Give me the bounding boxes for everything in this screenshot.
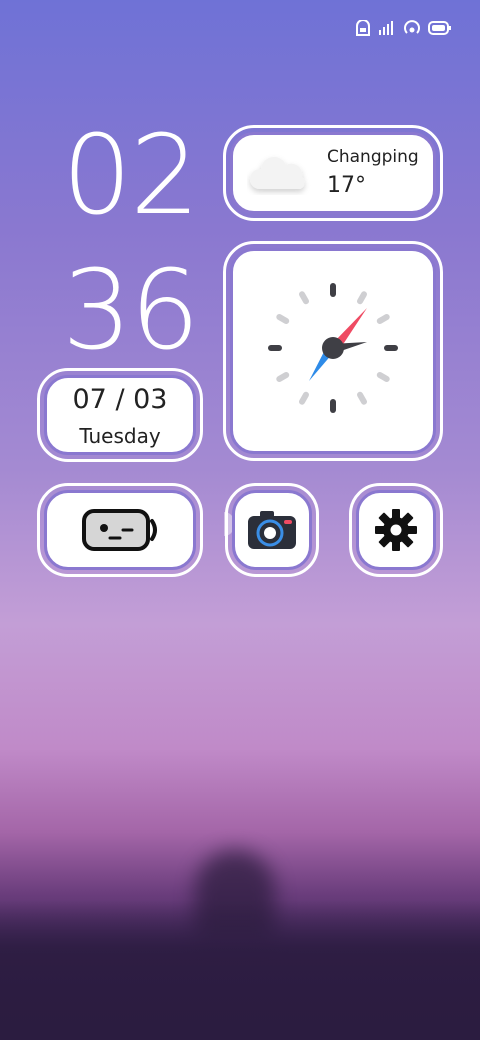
cloud-icon [249,156,305,189]
analog-clock-widget[interactable] [223,241,443,461]
settings-app-icon-button[interactable] [349,483,443,577]
clock-minute: 36 [62,246,200,374]
hd-icon [356,20,370,36]
weather-temperature: 17° [327,173,366,198]
signal-icon [379,21,393,35]
gear-icon [375,509,417,551]
background-horizon [0,900,480,1040]
date-widget[interactable]: 07 / 03 Tuesday [37,368,203,462]
weekday-text: Tuesday [79,424,161,448]
hotspot-icon [404,20,420,34]
clock-hour: 02 [62,111,200,239]
robot-face-icon [82,509,157,551]
camera-icon [248,511,296,549]
camera-app-icon-button[interactable] [225,483,319,577]
status-bar [356,18,452,38]
battery-icon [428,21,451,35]
weather-city: Changping [327,147,419,167]
robot-app-icon-button[interactable] [37,483,203,577]
weather-widget[interactable]: Changping 17° [223,125,443,221]
analog-clock-icon [268,283,398,413]
date-text: 07 / 03 [72,384,168,415]
